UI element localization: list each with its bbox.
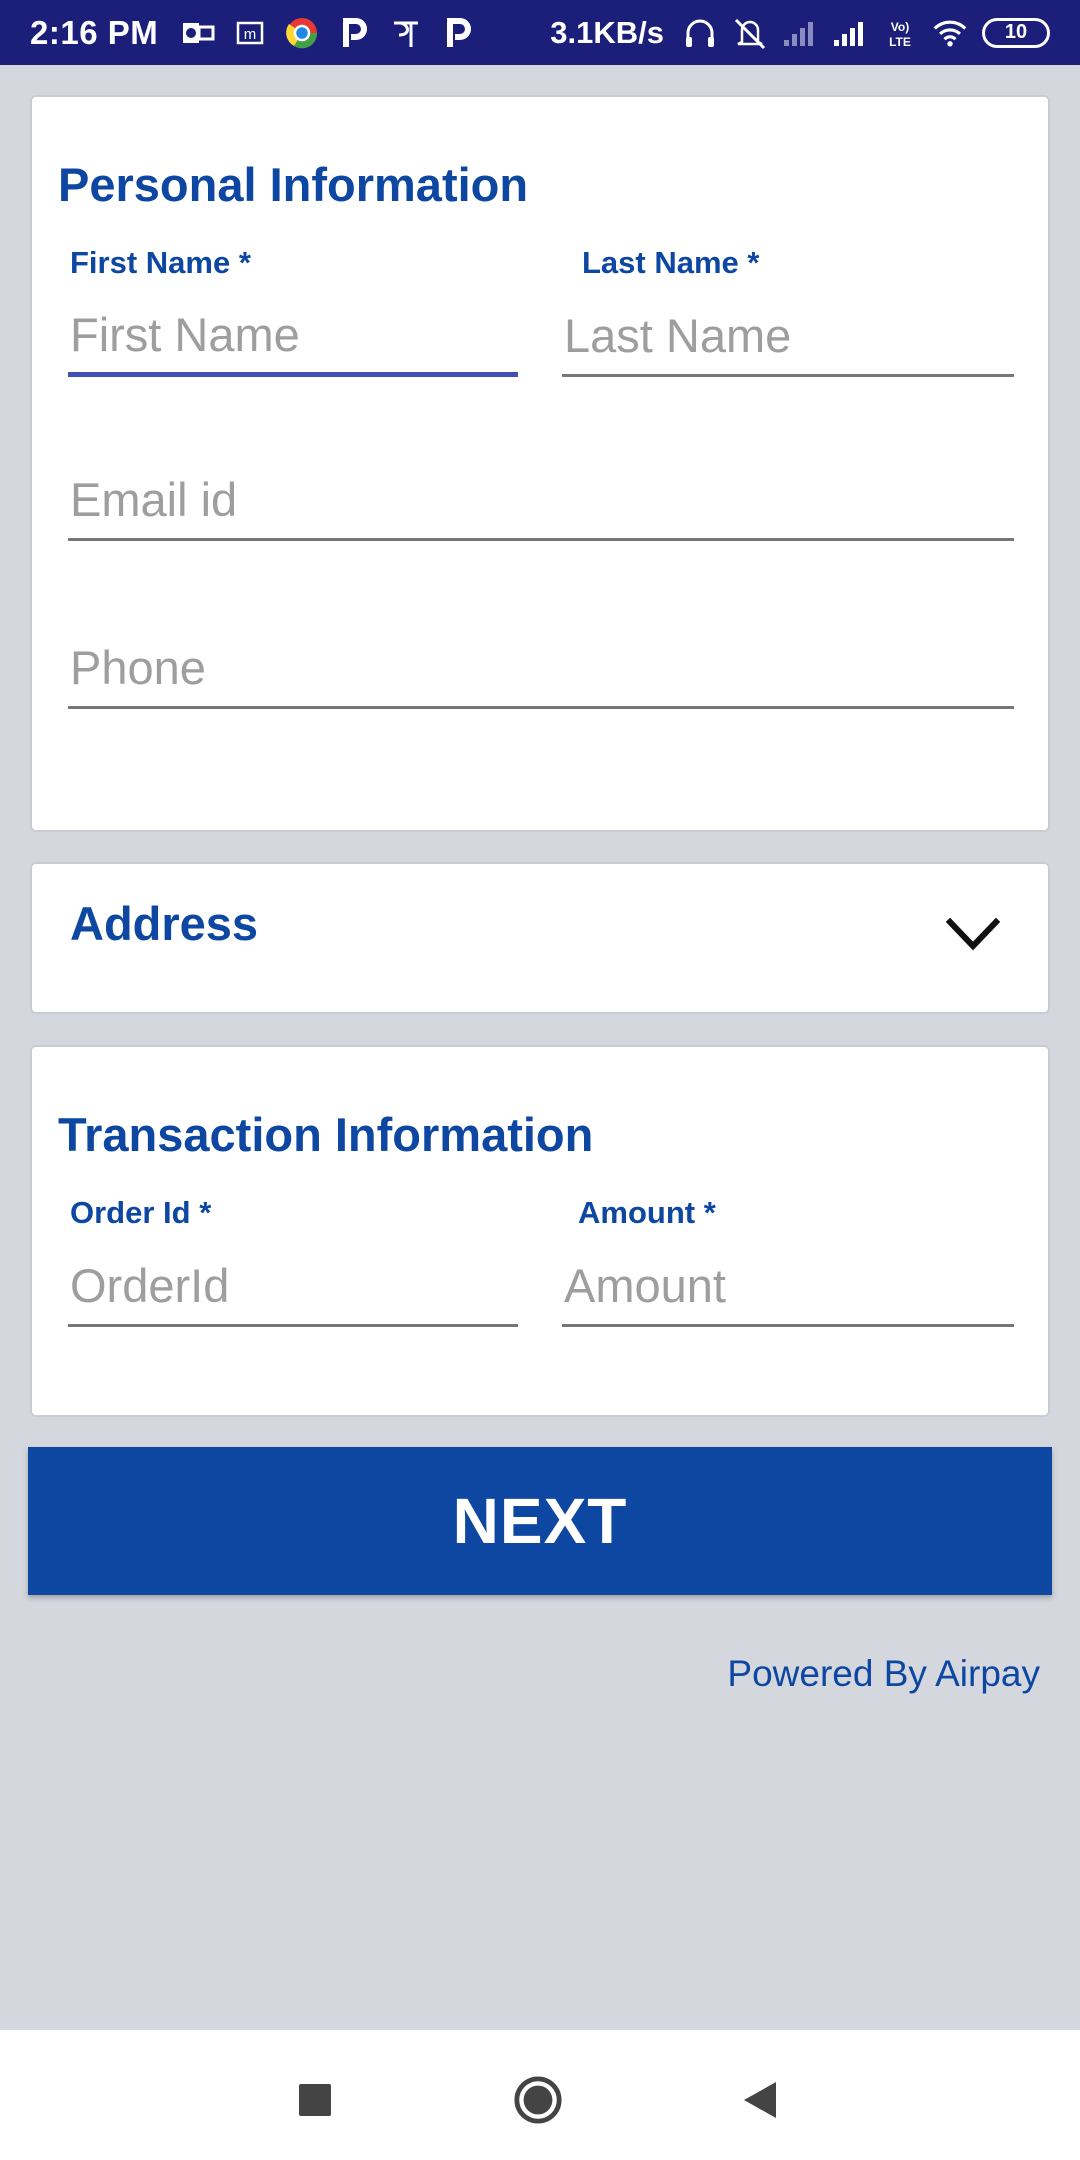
- status-bar: 2:16 PM m 3.1KB/s Vo) LTE 10: [0, 0, 1080, 65]
- svg-text:Vo): Vo): [891, 20, 909, 34]
- status-time: 2:16 PM: [30, 13, 159, 51]
- last-name-label: Last Name *: [582, 245, 760, 280]
- amount-label: Amount *: [578, 1195, 716, 1230]
- personal-information-card: Personal Information First Name * Last N…: [30, 95, 1050, 832]
- notification-icons: m: [180, 15, 476, 51]
- powered-by-airpay: Powered By Airpay: [727, 1653, 1040, 1694]
- volte-icon: Vo) LTE: [882, 15, 918, 51]
- address-section-toggle[interactable]: Address: [30, 862, 1050, 1014]
- signal-icon: [832, 15, 868, 51]
- svg-text:m: m: [244, 26, 257, 43]
- svg-text:LTE: LTE: [889, 35, 911, 49]
- first-name-input[interactable]: [68, 297, 518, 377]
- mute-icon: [732, 15, 768, 51]
- chrome-icon: [284, 15, 320, 51]
- recents-square-icon[interactable]: [290, 2075, 340, 2125]
- personal-information-title: Personal Information: [58, 158, 529, 211]
- outlook-icon: [180, 15, 216, 51]
- battery-icon: 10: [982, 17, 1050, 48]
- first-name-label: First Name *: [70, 245, 251, 280]
- paytm-p-icon: [336, 15, 372, 51]
- order-id-input[interactable]: [68, 1247, 518, 1327]
- amount-input[interactable]: [562, 1247, 1014, 1327]
- battery-level: 10: [1004, 21, 1028, 43]
- transaction-information-card: Transaction Information Order Id * Amoun…: [30, 1045, 1050, 1417]
- home-circle-icon[interactable]: [513, 2075, 563, 2125]
- system-icons: 3.1KB/s Vo) LTE 10: [550, 15, 1050, 51]
- chevron-down-icon[interactable]: [946, 914, 1000, 954]
- last-name-input[interactable]: [562, 297, 1014, 377]
- headset-icon: [682, 15, 718, 51]
- network-speed: 3.1KB/s: [550, 14, 664, 50]
- email-input[interactable]: [68, 461, 1014, 541]
- transaction-information-title: Transaction Information: [58, 1108, 594, 1161]
- order-id-label: Order Id *: [70, 1195, 212, 1230]
- navigation-bar: [0, 2030, 1080, 2160]
- m-icon: m: [232, 15, 268, 51]
- next-button[interactable]: NEXT: [28, 1447, 1052, 1595]
- signal-icon: [782, 15, 818, 51]
- paytm-p-icon: [440, 15, 476, 51]
- back-triangle-icon[interactable]: [735, 2075, 785, 2125]
- phone-input[interactable]: [68, 629, 1014, 709]
- address-title: Address: [70, 897, 259, 950]
- phonepe-icon: [388, 15, 424, 51]
- wifi-icon: [932, 15, 968, 51]
